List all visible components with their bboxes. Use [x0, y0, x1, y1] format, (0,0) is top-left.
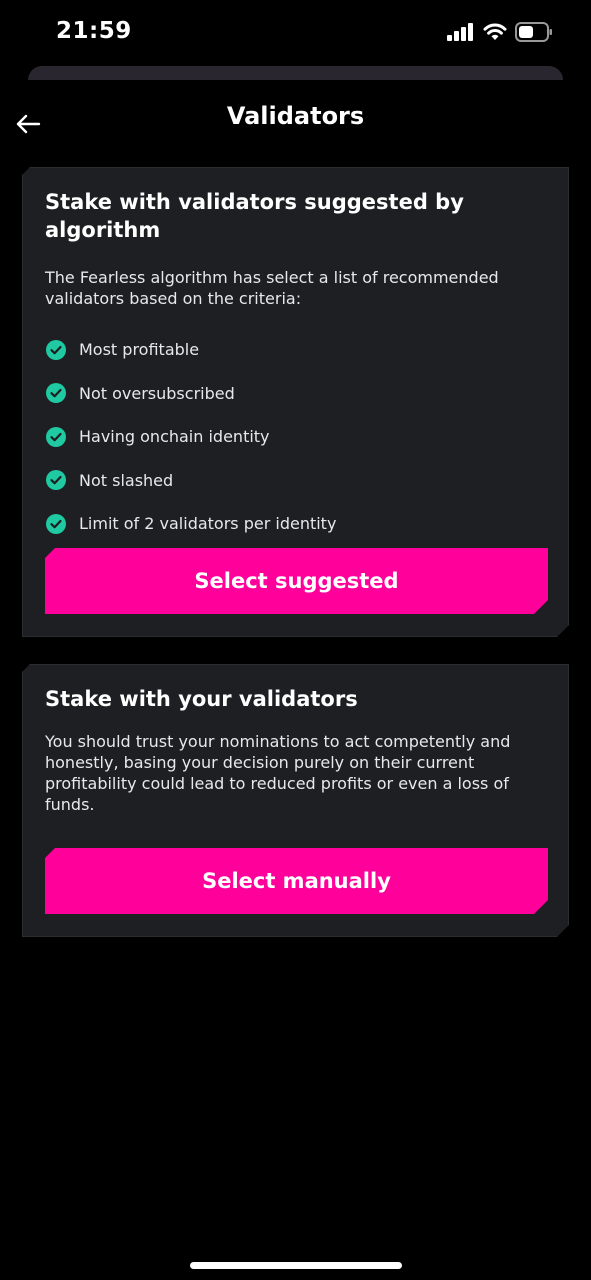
- criteria-label: Most profitable: [79, 340, 200, 360]
- criteria-item: Not oversubscribed: [45, 372, 336, 416]
- sheet-background-edge: [28, 66, 563, 80]
- criteria-item: Most profitable: [45, 328, 336, 372]
- check-circle-icon: [45, 382, 67, 404]
- criteria-item: Limit of 2 validators per identity: [45, 502, 336, 546]
- battery-icon: [515, 22, 552, 42]
- select-suggested-button[interactable]: Select suggested: [45, 548, 548, 614]
- criteria-label: Having onchain identity: [79, 427, 270, 447]
- criteria-list: Most profitable Not oversubscribed Havin…: [45, 328, 336, 546]
- criteria-label: Limit of 2 validators per identity: [79, 514, 337, 534]
- wifi-icon: [483, 23, 507, 40]
- check-circle-icon: [45, 426, 67, 448]
- suggested-validators-card: Stake with validators suggested by algor…: [22, 167, 569, 637]
- criteria-label: Not oversubscribed: [79, 383, 235, 403]
- criteria-item: Having onchain identity: [45, 415, 336, 459]
- cellular-signal-icon: [447, 23, 473, 41]
- criteria-item: Not slashed: [45, 459, 336, 503]
- check-circle-icon: [45, 469, 67, 491]
- check-circle-icon: [45, 513, 67, 535]
- status-icons: [447, 22, 553, 42]
- manual-validators-card: Stake with your validators You should tr…: [22, 664, 569, 937]
- select-manually-button[interactable]: Select manually: [45, 848, 548, 914]
- manual-card-title: Stake with your validators: [45, 687, 358, 711]
- manual-card-description: You should trust your nominations to act…: [45, 732, 511, 814]
- suggested-card-title: Stake with validators suggested by algor…: [45, 190, 464, 242]
- nav-header: Validators: [0, 90, 591, 146]
- status-bar: 21:59: [0, 0, 591, 66]
- page-title: Validators: [226, 102, 365, 130]
- suggested-card-description: The Fearless algorithm has select a list…: [45, 268, 499, 308]
- home-indicator: [190, 1262, 402, 1269]
- criteria-label: Not slashed: [79, 470, 174, 490]
- status-time: 21:59: [56, 18, 132, 44]
- check-circle-icon: [45, 339, 67, 361]
